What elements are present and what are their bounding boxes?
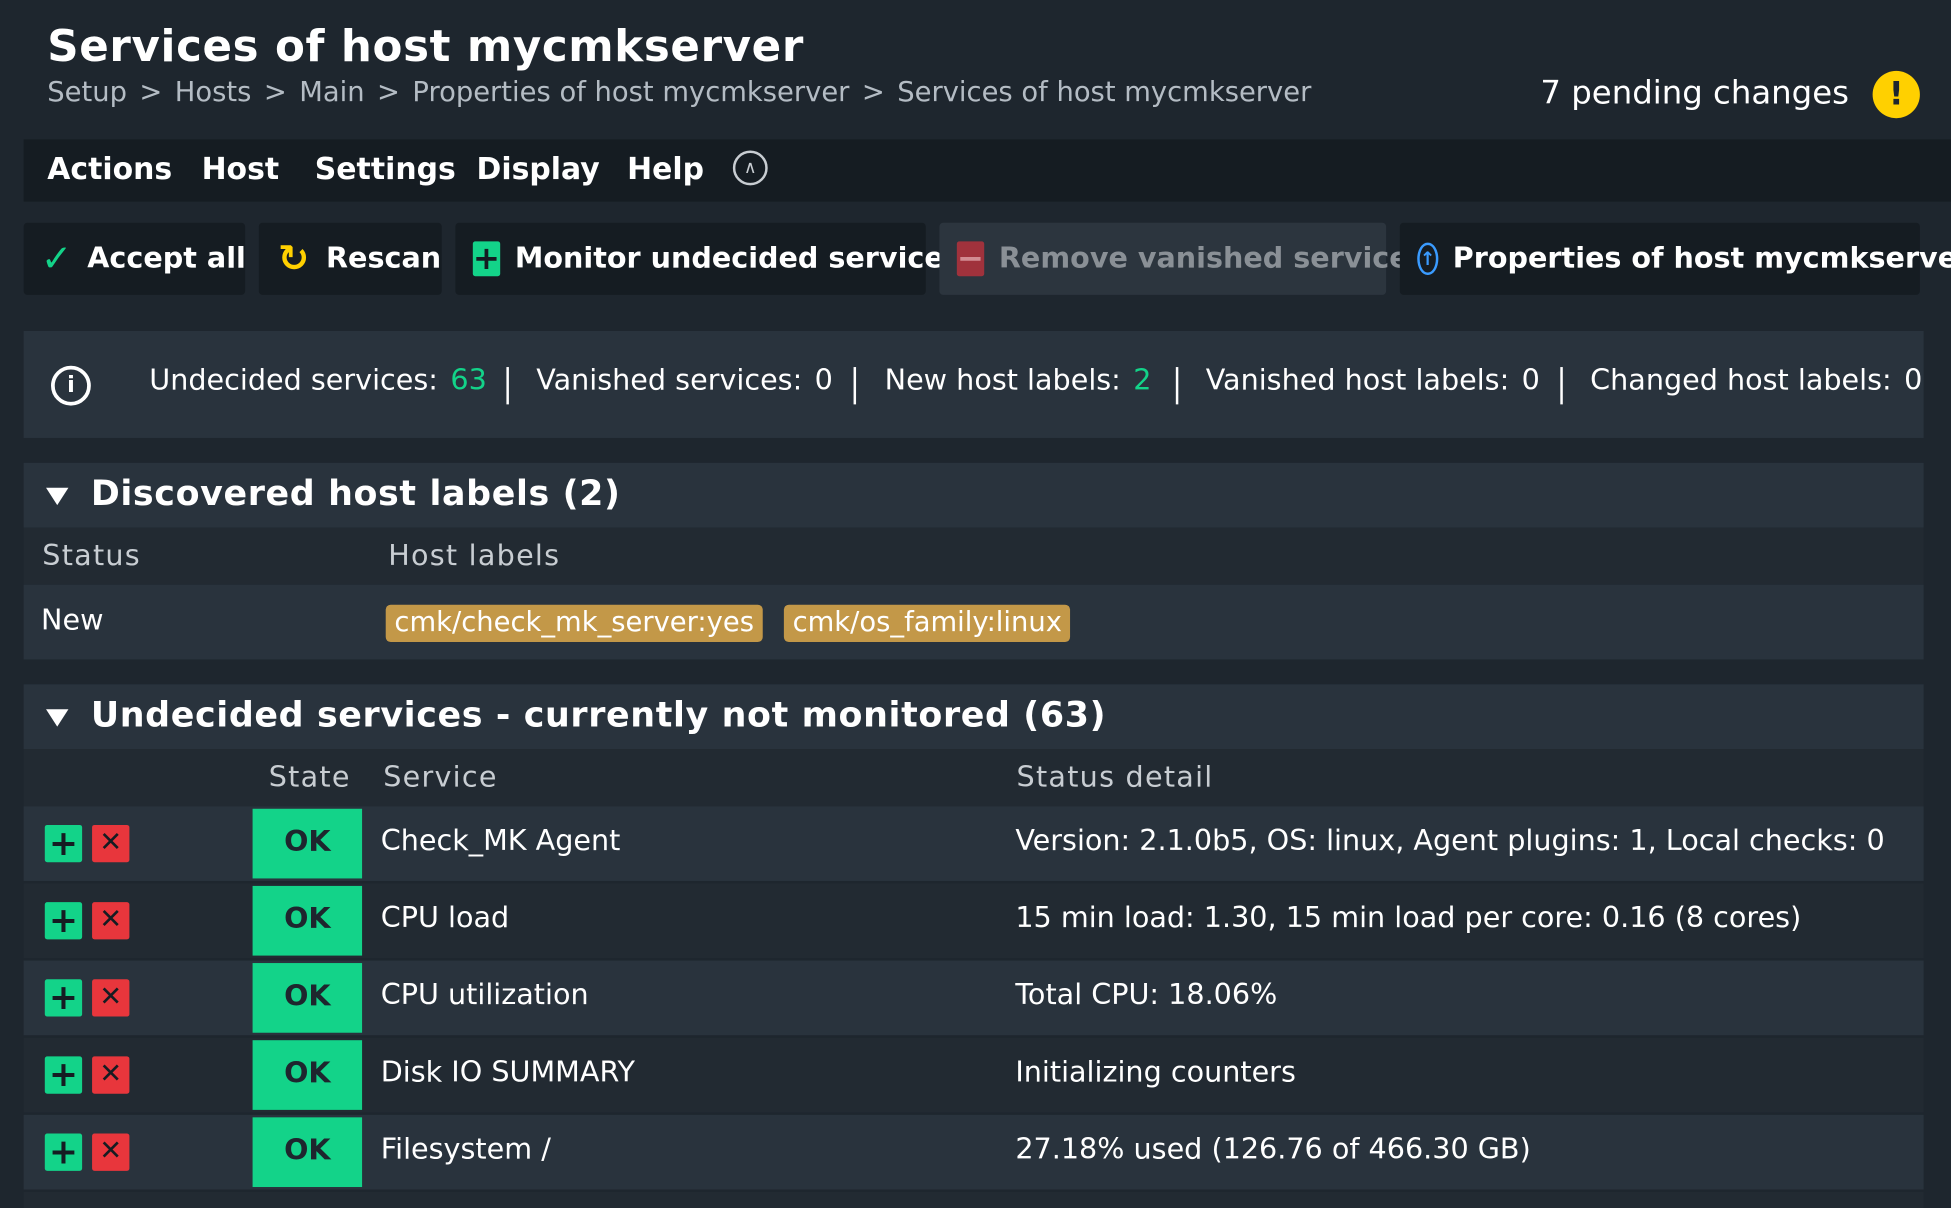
breadcrumb-main[interactable]: Main (299, 77, 364, 108)
exclamation-icon[interactable]: ! (1872, 70, 1920, 119)
breadcrumb-separator: > (139, 77, 163, 109)
divider (853, 367, 857, 405)
breadcrumb-separator: > (263, 77, 287, 109)
label-status: New (41, 604, 104, 638)
plus-icon: + (472, 240, 500, 278)
divider (506, 367, 509, 405)
host-labels-section-header[interactable]: Discovered host labels (2) (23, 462, 1924, 528)
service-name: CPU utilization (380, 979, 589, 1012)
new-host-labels-summary: New host labels: 2 (884, 364, 1152, 397)
undecided-count: 63 (450, 364, 487, 397)
discovery-summary-bar: i Undecided services: 63 Vanished service… (23, 330, 1924, 438)
table-row: + ✕ OK CPU load 15 min load: 1.30, 15 mi… (23, 883, 1924, 959)
menu-actions[interactable]: Actions (47, 152, 172, 187)
plus-icon[interactable]: + (44, 1056, 83, 1094)
state-badge: OK (252, 1117, 363, 1188)
menu-settings[interactable]: Settings (315, 152, 456, 187)
changed-host-labels-summary: Changed host labels: 0 (1590, 364, 1923, 397)
host-properties-label: Properties of host mycmkserver (1452, 242, 1951, 275)
services-table-header: State Service Status detail (23, 749, 1924, 807)
table-row: + ✕ OK CPU utilization Total CPU: 18.06% (23, 960, 1924, 1036)
rescan-label: Rescan (325, 242, 442, 275)
column-state: State (268, 761, 351, 794)
column-status: Status (42, 540, 141, 573)
breadcrumb-separator: > (861, 77, 885, 109)
monitor-undecided-label: Monitor undecided services (514, 242, 961, 275)
undecided-services-section-header[interactable]: Undecided services - currently not monit… (23, 684, 1924, 750)
column-service: Service (383, 761, 498, 794)
plus-icon[interactable]: + (44, 1134, 83, 1171)
state-badge: OK (252, 808, 363, 879)
close-icon[interactable]: ✕ (92, 902, 130, 940)
accept-all-label: Accept all (87, 242, 246, 275)
host-label-chip[interactable]: cmk/os_family:linux (783, 604, 1071, 643)
section-title: Discovered host labels (2) (90, 472, 621, 514)
table-row: + ✕ OK Filesystem / 27.18% used (126.76 … (23, 1114, 1924, 1190)
plus-icon[interactable]: + (44, 979, 83, 1017)
table-row: + ✕ OK Check_MK Agent Version: 2.1.0b5, … (23, 806, 1924, 881)
breadcrumb-host-properties[interactable]: Properties of host mycmkserver (412, 77, 849, 108)
vanished-services-summary: Vanished services: 0 (536, 364, 833, 397)
collapse-triangle-icon[interactable] (46, 709, 69, 727)
info-icon: i (51, 365, 91, 406)
breadcrumb-hosts[interactable]: Hosts (175, 77, 252, 108)
breadcrumb-setup[interactable]: Setup (47, 77, 127, 108)
service-name: CPU load (380, 902, 510, 935)
host-labels-table-header: Status Host labels (23, 527, 1924, 585)
undecided-services-summary: Undecided services: 63 (149, 364, 487, 397)
menu-help[interactable]: Help (627, 152, 704, 187)
arrow-up-circle-icon: ↑ (1417, 242, 1438, 275)
state-badge: OK (252, 1040, 363, 1110)
status-detail: 15 min load: 1.30, 15 min load per core:… (1015, 902, 1802, 935)
status-detail: 27.18% used (126.76 of 466.30 GB) (1015, 1133, 1531, 1166)
close-icon[interactable]: ✕ (92, 1056, 130, 1094)
vanished-host-labels-summary: Vanished host labels: 0 (1205, 364, 1540, 397)
state-badge: OK (252, 885, 363, 956)
monitor-undecided-button[interactable]: + Monitor undecided services (455, 222, 961, 295)
remove-vanished-label: Remove vanished services (998, 242, 1426, 275)
new-labels-count: 2 (1133, 364, 1152, 397)
status-detail: Total CPU: 18.06% (1015, 979, 1278, 1012)
menu-host[interactable]: Host (202, 152, 280, 187)
plus-icon[interactable]: + (44, 902, 83, 940)
breadcrumb-current: Services of host mycmkserver (897, 77, 1312, 109)
page-title: Services of host mycmkserver (47, 22, 804, 73)
close-icon[interactable]: ✕ (92, 1133, 130, 1171)
status-detail: Version: 2.1.0b5, OS: linux, Agent plugi… (1015, 824, 1885, 858)
rescan-button[interactable]: ↻ Rescan (258, 222, 442, 295)
column-host-labels: Host labels (388, 540, 561, 573)
changed-labels-count: 0 (1904, 364, 1923, 397)
plus-icon[interactable]: + (44, 825, 83, 863)
breadcrumb-separator: > (377, 77, 400, 109)
table-row: + ✕ OK Disk IO SUMMARY Initializing coun… (23, 1037, 1924, 1113)
divider (1560, 367, 1563, 405)
check-icon: ✓ (41, 237, 73, 281)
vanished-count: 0 (814, 364, 833, 397)
chevron-up-icon[interactable]: ∧ (732, 150, 768, 186)
accept-all-button[interactable]: ✓ Accept all (23, 222, 246, 295)
service-name: Disk IO SUMMARY (380, 1056, 635, 1089)
close-icon[interactable]: ✕ (92, 824, 130, 863)
service-name: Filesystem / (380, 1133, 551, 1166)
vanished-labels-count: 0 (1521, 364, 1540, 397)
section-title: Undecided services - currently not monit… (90, 694, 1107, 736)
host-label-chip[interactable]: cmk/check_mk_server:yes (385, 604, 763, 643)
state-badge: OK (252, 963, 363, 1033)
host-properties-button[interactable]: ↑ Properties of host mycmkserver (1399, 222, 1951, 295)
rescan-icon: ↻ (277, 237, 310, 281)
menubar: Actions Host Settings Display Help ∧ (23, 139, 1951, 202)
service-name: Check_MK Agent (380, 824, 621, 858)
minus-icon: − (956, 240, 984, 278)
breadcrumb: Setup > Hosts > Main > Properties of host mycm… (47, 77, 1311, 108)
menu-display[interactable]: Display (477, 152, 600, 187)
close-icon[interactable]: ✕ (92, 979, 130, 1017)
remove-vanished-button[interactable]: − Remove vanished services (939, 222, 1426, 295)
pending-changes-link[interactable]: 7 pending changes (1540, 75, 1849, 112)
table-row (23, 1192, 1924, 1208)
status-detail: Initializing counters (1015, 1056, 1296, 1089)
table-row: New cmk/check_mk_server:yes cmk/os_famil… (23, 584, 1924, 660)
divider (1175, 367, 1179, 405)
column-status-detail: Status detail (1016, 761, 1214, 794)
collapse-triangle-icon[interactable] (46, 487, 69, 506)
